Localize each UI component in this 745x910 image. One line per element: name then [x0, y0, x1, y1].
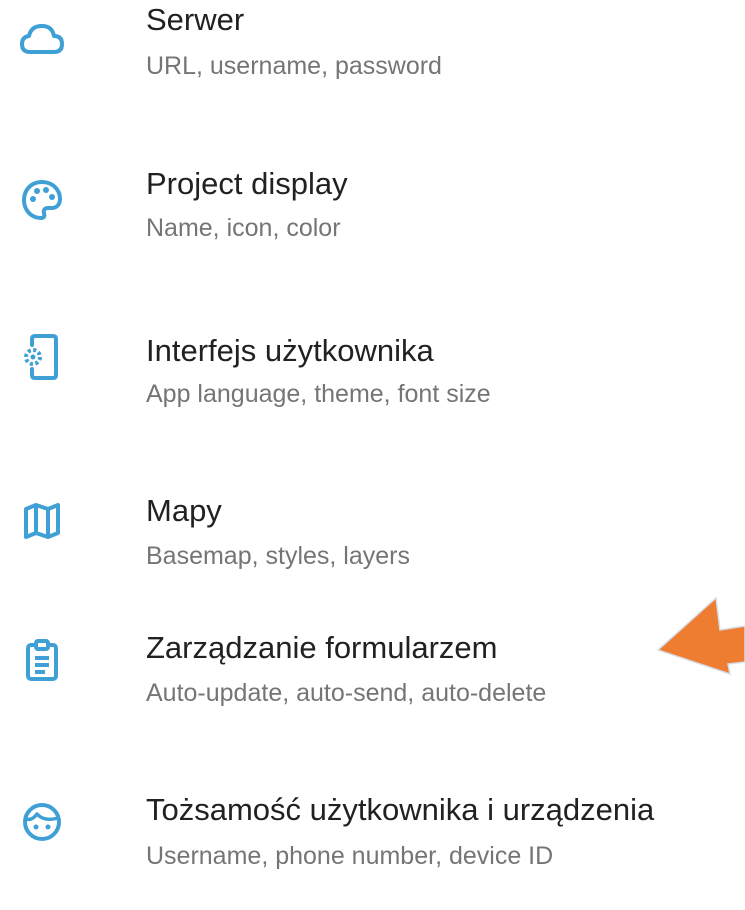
settings-item-subtitle: Name, icon, color [146, 214, 341, 242]
settings-item-form-management[interactable]: Zarządzanie formularzem Auto-update, aut… [0, 628, 745, 748]
face-icon [10, 790, 74, 854]
settings-list: Serwer URL, username, password Project d… [0, 0, 745, 899]
settings-item-title: Project display [146, 166, 348, 201]
settings-item-title: Mapy [146, 493, 222, 528]
palette-icon [10, 168, 74, 232]
settings-item-title: Interfejs użytkownika [146, 333, 434, 368]
settings-item-subtitle: Username, phone number, device ID [146, 842, 554, 870]
phone-settings-icon [10, 325, 74, 389]
settings-item-subtitle: App language, theme, font size [146, 380, 491, 408]
cloud-icon [10, 8, 74, 72]
map-icon [10, 489, 74, 553]
clipboard-icon [10, 628, 74, 692]
settings-item-subtitle: Auto-update, auto-send, auto-delete [146, 679, 547, 707]
settings-item-title: Zarządzanie formularzem [146, 630, 498, 665]
settings-item-title: Serwer [146, 2, 245, 37]
annotation-arrow-icon [656, 596, 745, 676]
settings-item-project-display[interactable]: Project display Name, icon, color [0, 160, 745, 280]
settings-item-maps[interactable]: Mapy Basemap, styles, layers [0, 485, 745, 605]
settings-item-subtitle: URL, username, password [146, 52, 442, 80]
settings-item-user-interface[interactable]: Interfejs użytkownika App language, them… [0, 325, 745, 445]
settings-item-user-device-identity[interactable]: Tożsamość użytkownika i urządzenia Usern… [0, 790, 745, 910]
settings-item-server[interactable]: Serwer URL, username, password [0, 0, 745, 120]
settings-item-subtitle: Basemap, styles, layers [146, 542, 410, 570]
settings-item-title: Tożsamość użytkownika i urządzenia [146, 792, 655, 827]
